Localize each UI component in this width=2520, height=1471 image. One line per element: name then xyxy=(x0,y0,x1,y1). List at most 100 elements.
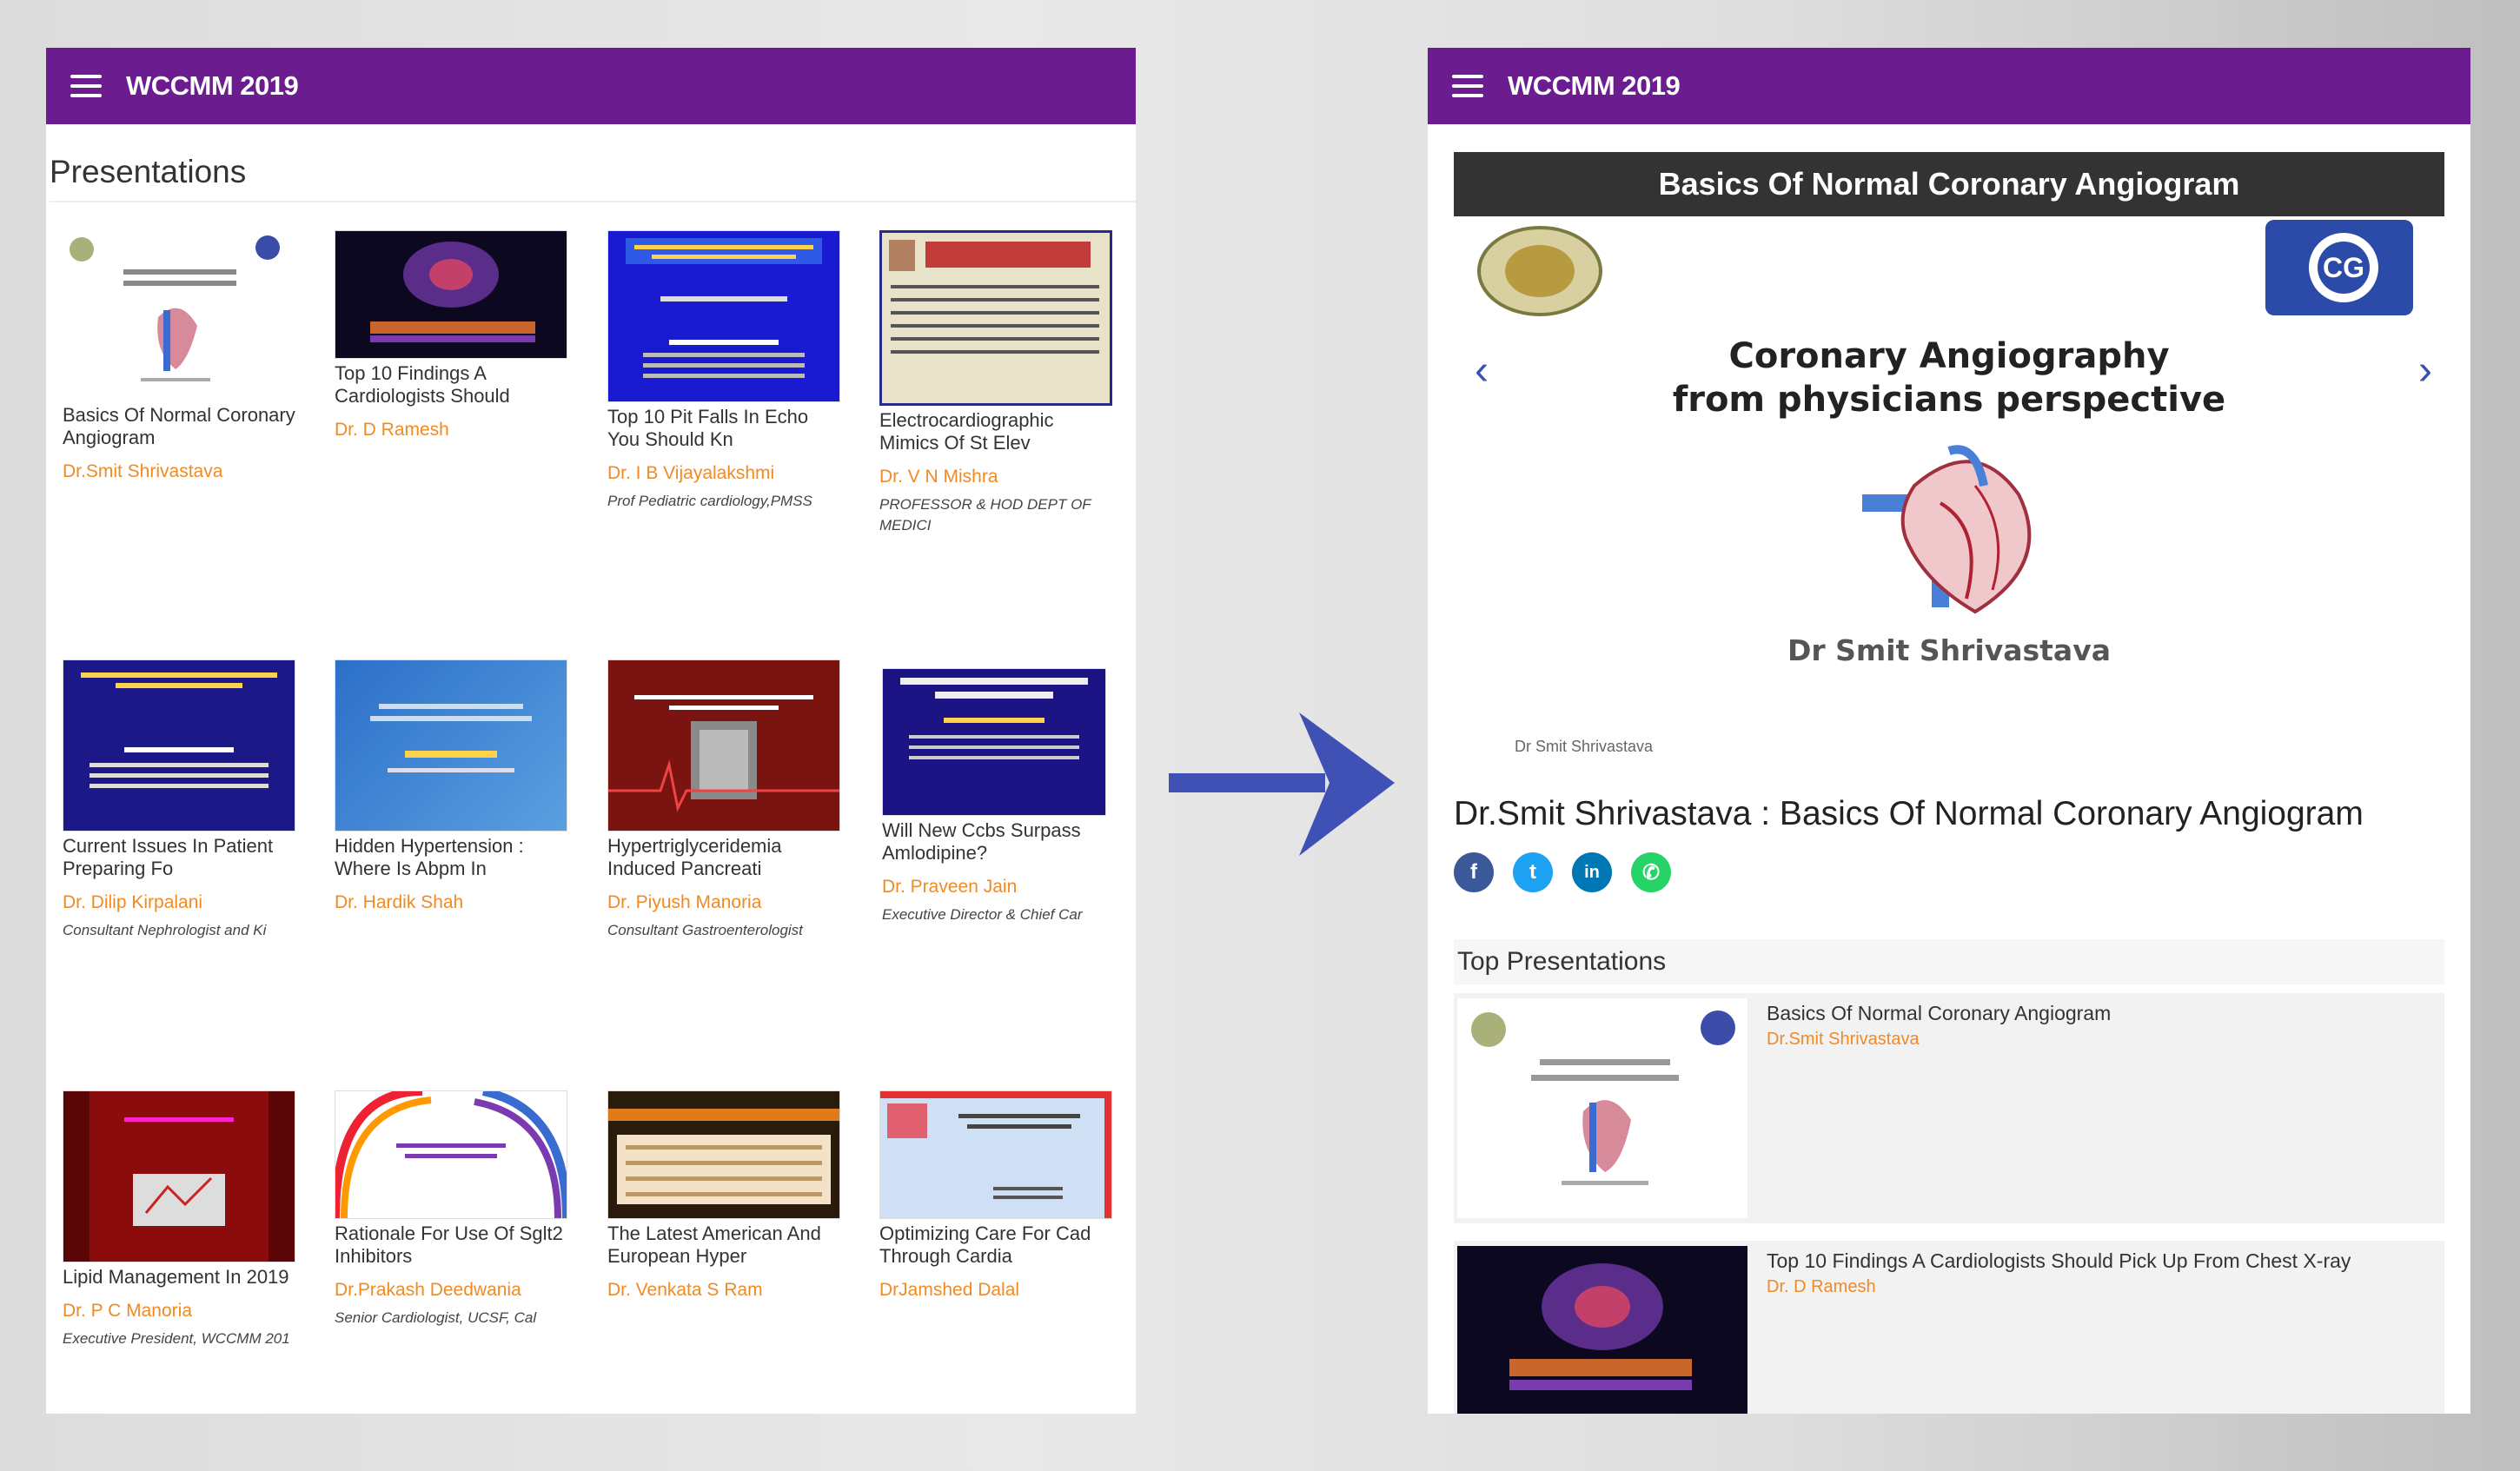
author-designation: Executive Director & Chief Car xyxy=(882,906,1083,923)
presentation-card[interactable]: Electrocardiographic Mimics Of St Elev D… xyxy=(879,230,1114,536)
app-title: WCCMM 2019 xyxy=(126,70,299,101)
presentation-title[interactable]: The Latest American And European Hyper xyxy=(607,1223,842,1268)
linkedin-icon[interactable]: in xyxy=(1572,852,1612,892)
top-presentations-header: Top Presentations xyxy=(1454,939,2444,984)
slide-thumbnail-image xyxy=(370,242,535,342)
presentation-author[interactable]: Dr. D Ramesh xyxy=(335,420,569,441)
presentation-thumbnail[interactable] xyxy=(335,659,567,832)
top-presentation-author[interactable]: Dr.Smit Shrivastava xyxy=(1767,1030,1920,1050)
presentation-card[interactable]: Optimizing Care For Cad Through Cardia D… xyxy=(879,1090,1114,1301)
presentation-full-title: Dr.Smit Shrivastava : Basics Of Normal C… xyxy=(1454,795,2364,832)
presentation-title[interactable]: Basics Of Normal Coronary Angiogram xyxy=(63,404,297,449)
slide-thumbnail-image xyxy=(608,695,839,812)
twitter-icon[interactable]: t xyxy=(1513,852,1553,892)
presentation-author[interactable]: Dr. Dilip Kirpalani xyxy=(63,892,297,913)
slide-thumbnail-image xyxy=(335,1091,567,1218)
presentation-card[interactable]: Hypertriglyceridemia Induced Pancreati D… xyxy=(607,659,842,941)
author-designation: Consultant Nephrologist and Ki xyxy=(63,922,267,938)
presentation-card[interactable]: Top 10 Pit Falls In Echo You Should Kn D… xyxy=(607,230,842,512)
presentation-title[interactable]: Optimizing Care For Cad Through Cardia xyxy=(879,1223,1114,1268)
presentation-card[interactable]: Rationale For Use Of Sglt2 Inhibitors Dr… xyxy=(335,1090,569,1329)
presentations-list-screen: WCCMM 2019 Presentations Basics Of Norma… xyxy=(46,48,1136,1414)
presentation-thumbnail[interactable] xyxy=(63,1090,295,1262)
presentation-card[interactable]: Top 10 Findings A Cardiologists Should D… xyxy=(335,230,569,441)
slide-thumbnail-image xyxy=(81,673,277,788)
presentation-author[interactable]: Dr. P C Manoria xyxy=(63,1301,297,1322)
slide-thumbnail-image xyxy=(889,240,1099,354)
slide-thumbnail-image xyxy=(626,238,822,378)
presentation-card[interactable]: Will New Ccbs Surpass Amlodipine? Dr. Pr… xyxy=(882,668,1117,925)
slide-thumbnail-image xyxy=(70,235,280,381)
presentation-header: Basics Of Normal Coronary Angiogram xyxy=(1454,152,2444,216)
facebook-icon[interactable]: f xyxy=(1454,852,1494,892)
presentation-detail-screen: WCCMM 2019 Basics Of Normal Coronary Ang… xyxy=(1428,48,2470,1414)
presentation-thumbnail[interactable] xyxy=(335,1090,567,1219)
top-presentation-item[interactable]: Basics Of Normal Coronary Angiogram Dr.S… xyxy=(1454,993,2444,1223)
slide-footer-name: Dr Smit Shrivastava xyxy=(1515,738,1654,755)
presentation-author[interactable]: Dr. Praveen Jain xyxy=(882,877,1117,898)
presentation-thumbnail[interactable] xyxy=(607,659,840,832)
author-designation: Senior Cardiologist, UCSF, Cal xyxy=(335,1309,537,1326)
presentation-thumbnail[interactable] xyxy=(607,230,840,402)
author-designation: Prof Pediatric cardiology,PMSS xyxy=(607,493,812,509)
top-presentation-item[interactable]: Top 10 Findings A Cardiologists Should P… xyxy=(1454,1241,2444,1414)
presentation-thumbnail[interactable] xyxy=(335,230,567,359)
presentation-thumbnail[interactable] xyxy=(63,659,295,832)
whatsapp-icon[interactable]: ✆ xyxy=(1631,852,1671,892)
presentation-thumbnail[interactable] xyxy=(879,1090,1112,1219)
slide-thumbnail-image xyxy=(608,1109,839,1204)
presentation-author[interactable]: Dr. V N Mishra xyxy=(879,467,1114,487)
author-designation: Consultant Gastroenterologist xyxy=(607,922,803,938)
presentation-title[interactable]: Top 10 Pit Falls In Echo You Should Kn xyxy=(607,406,842,451)
top-presentation-title[interactable]: Basics Of Normal Coronary Angiogram xyxy=(1767,1002,2111,1025)
logo-text: CG xyxy=(2323,252,2364,283)
presentation-thumbnail[interactable] xyxy=(882,668,1106,816)
slide-doctor-name: Dr Smit Shrivastava xyxy=(1787,633,2111,667)
presentation-title[interactable]: Electrocardiographic Mimics Of St Elev xyxy=(879,409,1114,454)
presentation-author[interactable]: DrJamshed Dalal xyxy=(879,1280,1114,1301)
presentation-author[interactable]: Dr.Smit Shrivastava xyxy=(63,461,297,482)
presentation-card[interactable]: Lipid Management In 2019 Dr. P C Manoria… xyxy=(63,1090,297,1349)
slide-viewer: ‹ CG › Coronary Angiography from physici… xyxy=(1454,216,2444,772)
presentation-card[interactable]: Current Issues In Patient Preparing Fo D… xyxy=(63,659,297,941)
slide-thumbnail-image xyxy=(900,678,1088,759)
slide-thumbnail-image xyxy=(370,704,532,772)
slide-thumbnail-image xyxy=(63,1091,295,1262)
presentation-card[interactable]: Hidden Hypertension : Where Is Abpm In D… xyxy=(335,659,569,913)
top-presentation-author[interactable]: Dr. D Ramesh xyxy=(1767,1277,1876,1297)
presentation-card[interactable]: The Latest American And European Hyper D… xyxy=(607,1090,842,1301)
presentation-author[interactable]: Dr. I B Vijayalakshmi xyxy=(607,463,842,484)
top-presentation-thumbnail[interactable] xyxy=(1457,1246,1747,1414)
share-buttons: f t in ✆ xyxy=(1454,852,2444,892)
app-bar: WCCMM 2019 xyxy=(46,48,1136,124)
top-presentation-thumbnail[interactable] xyxy=(1457,998,1747,1218)
presentation-title[interactable]: Current Issues In Patient Preparing Fo xyxy=(63,835,297,880)
presentation-author[interactable]: Dr.Prakash Deedwania xyxy=(335,1280,569,1301)
presentation-title[interactable]: Will New Ccbs Surpass Amlodipine? xyxy=(882,819,1117,865)
presentation-card[interactable]: Basics Of Normal Coronary Angiogram Dr.S… xyxy=(63,230,297,489)
hamburger-menu-icon[interactable] xyxy=(1452,75,1483,97)
presentation-title[interactable]: Lipid Management In 2019 xyxy=(63,1266,297,1289)
hamburger-menu-icon[interactable] xyxy=(70,75,102,97)
heart-illustration xyxy=(1862,445,2032,614)
presentation-author[interactable]: Dr. Venkata S Ram xyxy=(607,1280,842,1301)
presentation-author[interactable]: Dr. Hardik Shah xyxy=(335,892,569,913)
cg-apicon-logo: CG xyxy=(2265,220,2413,315)
app-bar: WCCMM 2019 xyxy=(1428,48,2470,124)
author-designation: PROFESSOR & HOD DEPT OF MEDICI xyxy=(879,496,1091,533)
presentation-title[interactable]: Hidden Hypertension : Where Is Abpm In xyxy=(335,835,569,880)
app-title: WCCMM 2019 xyxy=(1508,70,1681,101)
presentation-title[interactable]: Hypertriglyceridemia Induced Pancreati xyxy=(607,835,842,880)
slide-thumbnail-image xyxy=(880,1091,1111,1218)
transition-arrow-icon xyxy=(1169,712,1395,856)
presentation-thumbnail[interactable] xyxy=(607,1090,840,1219)
presentation-thumbnail[interactable] xyxy=(879,230,1112,406)
presentation-thumbnail[interactable] xyxy=(63,230,294,401)
presentation-author[interactable]: Dr. Piyush Manoria xyxy=(607,892,842,913)
slide-title-line-2: from physicians perspective xyxy=(1672,380,2226,420)
presentation-title[interactable]: Top 10 Findings A Cardiologists Should xyxy=(335,362,569,408)
author-designation: Executive President, WCCMM 201 xyxy=(63,1330,290,1347)
society-logo xyxy=(1477,226,1602,316)
presentation-title[interactable]: Rationale For Use Of Sglt2 Inhibitors xyxy=(335,1223,569,1268)
top-presentation-title[interactable]: Top 10 Findings A Cardiologists Should P… xyxy=(1767,1249,2351,1273)
